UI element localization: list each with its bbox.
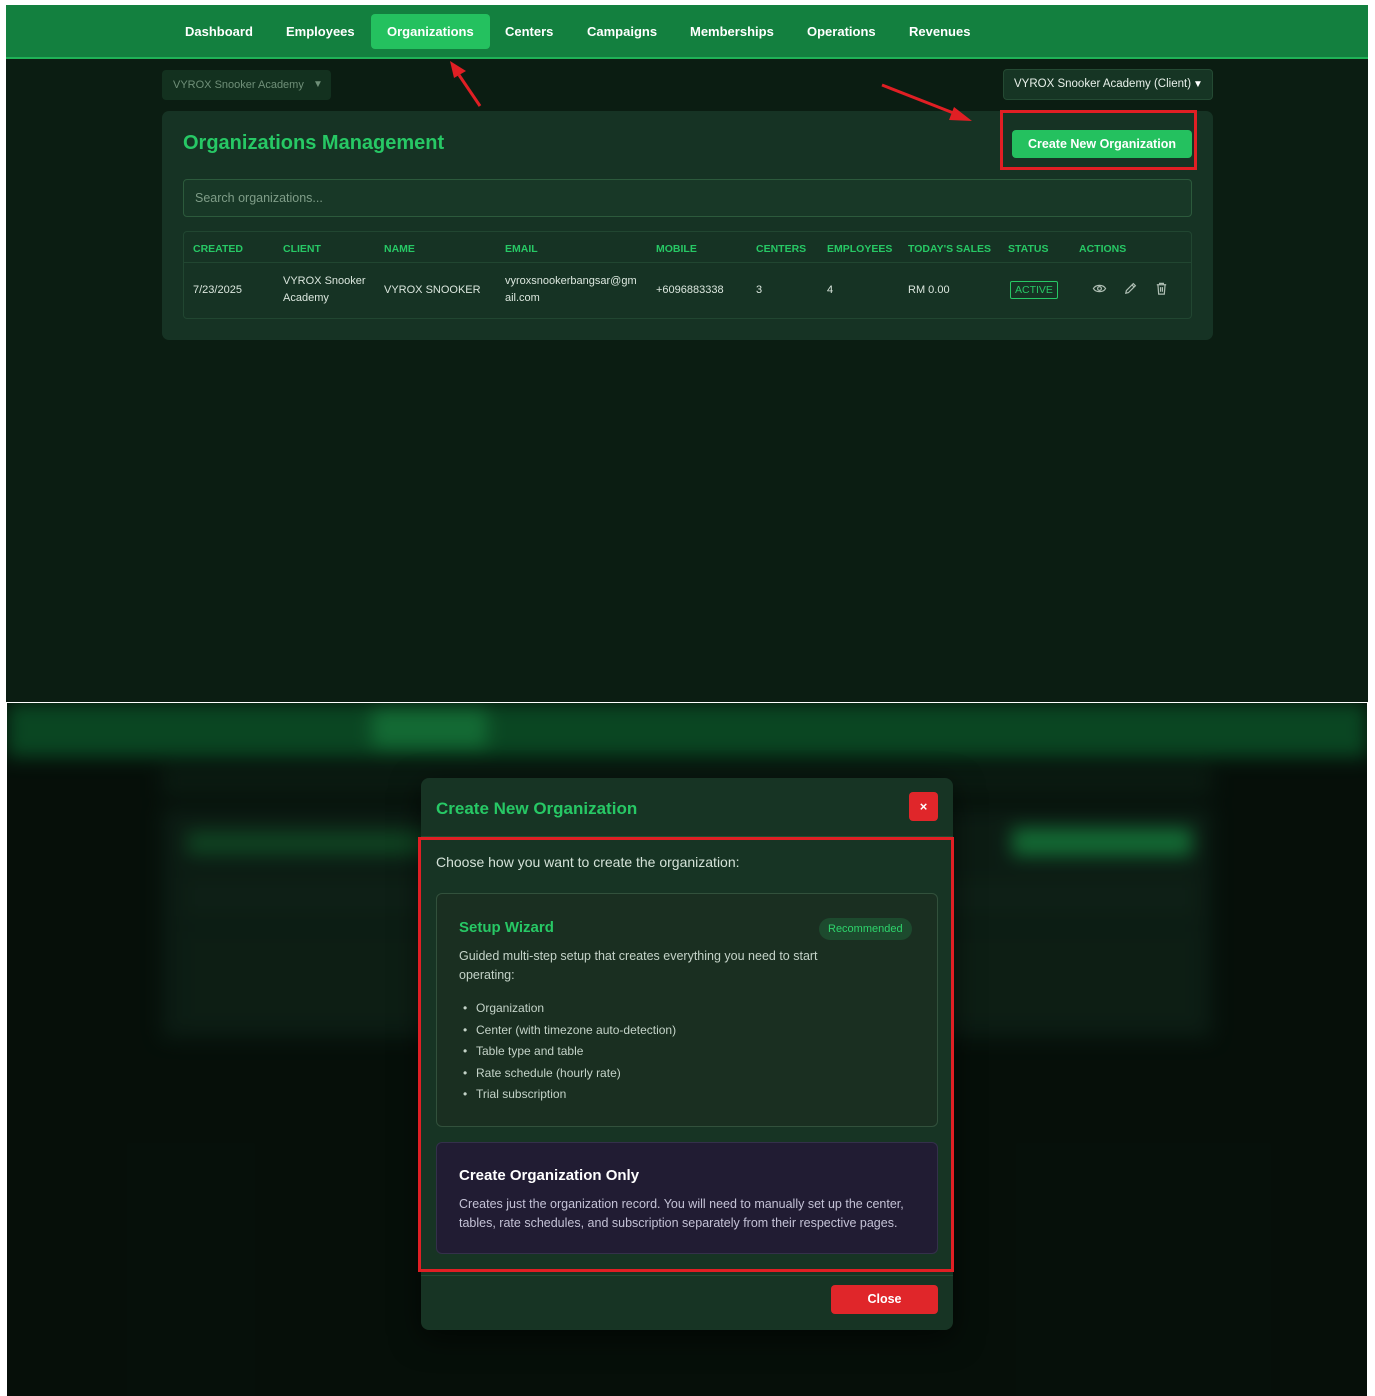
modal-title: Create New Organization [436, 799, 638, 818]
screenshot-create-organization-modal: Create New Organization × Choose how you… [7, 703, 1367, 1396]
close-button[interactable]: Close [831, 1285, 938, 1314]
screenshot-organizations-page: Dashboard Employees Organizations Center… [6, 5, 1368, 702]
close-icon[interactable]: × [909, 792, 938, 821]
modal-footer-divider [421, 1275, 953, 1276]
annotation-arrows [450, 61, 972, 121]
annotation-highlight-options [418, 837, 954, 1272]
